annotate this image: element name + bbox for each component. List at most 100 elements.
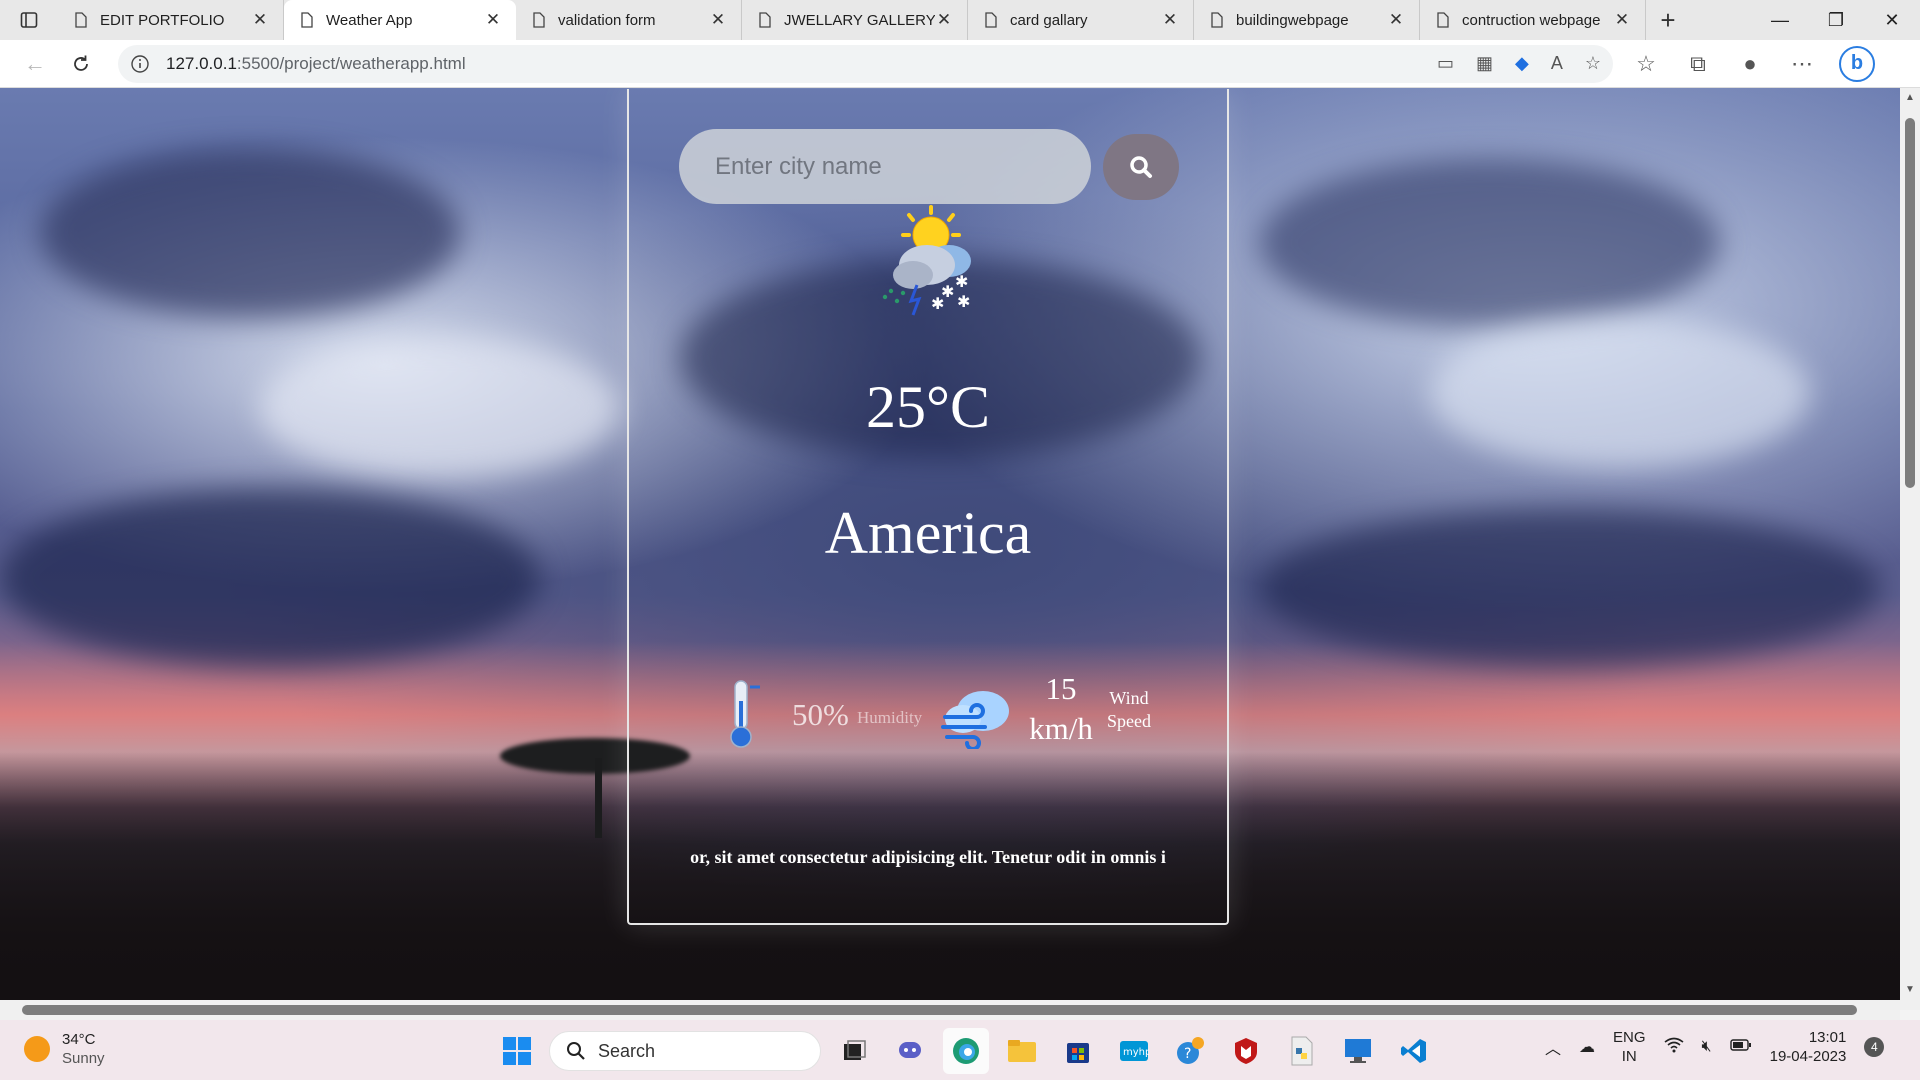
windows-logo-icon <box>503 1037 531 1065</box>
close-icon[interactable]: ✕ <box>251 10 269 30</box>
tab-validation-form[interactable]: validation form ✕ <box>516 0 742 40</box>
close-icon[interactable]: ✕ <box>1161 10 1179 30</box>
url-path: :5500/project/weatherapp.html <box>236 53 466 73</box>
myhp-icon[interactable]: myhp <box>1111 1028 1157 1074</box>
wind-speed-value: 15 km/h <box>1029 671 1093 746</box>
language-indicator[interactable]: ENG IN <box>1613 1028 1646 1066</box>
collections-icon[interactable]: ⧉ <box>1675 44 1721 84</box>
clock-time: 13:01 <box>1808 1029 1847 1046</box>
browser-toolbar: ← 127.0.0.1:5500/project/weatherapp.html… <box>0 40 1920 88</box>
wifi-icon[interactable] <box>1664 1037 1684 1058</box>
start-button[interactable] <box>495 1029 539 1073</box>
refresh-button[interactable] <box>58 44 104 84</box>
microsoft-store-icon[interactable] <box>1055 1028 1101 1074</box>
horizontal-scrollbar[interactable] <box>0 1000 1900 1020</box>
vertical-scroll-thumb[interactable] <box>1905 118 1915 488</box>
tab-weather-app[interactable]: Weather App ✕ <box>284 0 516 40</box>
clock[interactable]: 13:01 19-04-2023 <box>1770 1028 1847 1066</box>
coupon-tag-icon[interactable]: ◆ <box>1515 53 1529 74</box>
page-viewport: ✱✱✱✱ 25°C America 50% Humidity <box>0 88 1920 1010</box>
back-button[interactable]: ← <box>12 44 58 84</box>
page-icon <box>533 12 545 28</box>
close-icon[interactable]: ✕ <box>709 10 727 30</box>
task-view-icon[interactable] <box>831 1028 877 1074</box>
profile-icon[interactable]: ● <box>1727 44 1773 84</box>
support-app-icon[interactable]: ? <box>1167 1028 1213 1074</box>
close-icon[interactable]: ✕ <box>935 10 953 30</box>
bing-chat-icon[interactable]: b <box>1839 45 1875 82</box>
weather-details: 50% Humidity 15 km/h Wind Speed <box>629 671 1227 761</box>
scroll-down-arrow[interactable]: ▼ <box>1905 984 1915 995</box>
page-icon <box>75 12 87 28</box>
taskbar-apps: Search myhp ? <box>495 1028 1437 1074</box>
tab-edit-portfolio[interactable]: EDIT PORTFOLIO ✕ <box>58 0 284 40</box>
mcafee-icon[interactable] <box>1223 1028 1269 1074</box>
search-button[interactable] <box>1103 133 1179 200</box>
close-icon[interactable]: ✕ <box>1613 10 1631 30</box>
humidity-value: 50% <box>792 697 849 732</box>
teams-chat-icon[interactable] <box>887 1028 933 1074</box>
page-icon <box>759 12 771 28</box>
edge-browser-icon[interactable] <box>943 1028 989 1074</box>
show-hidden-icons-chevron-icon[interactable]: ︿ <box>1545 1035 1561 1059</box>
taskbar-search[interactable]: Search <box>549 1031 821 1071</box>
horizontal-scroll-thumb[interactable] <box>22 1005 1857 1015</box>
volume-muted-icon[interactable]: 🔇︎ <box>1702 1038 1712 1056</box>
tab-actions-button[interactable] <box>0 0 58 40</box>
search-icon <box>1130 155 1152 178</box>
background-cloud <box>0 488 540 668</box>
close-icon[interactable]: ✕ <box>1387 10 1405 30</box>
tab-buildingwebpage[interactable]: buildingwebpage ✕ <box>1194 0 1420 40</box>
tab-card-gallary[interactable]: card gallary ✕ <box>968 0 1194 40</box>
close-icon[interactable]: ✕ <box>484 10 502 30</box>
tab-label: buildingwebpage <box>1236 11 1349 29</box>
vertical-scrollbar[interactable]: ▲ ▼ <box>1900 88 1920 1010</box>
restore-button[interactable]: ❐ <box>1808 0 1864 40</box>
vscode-icon[interactable] <box>1391 1028 1437 1074</box>
background-cloud <box>40 148 460 318</box>
tab-contruction-webpage[interactable]: contruction webpage ✕ <box>1420 0 1646 40</box>
footer-text: or, sit amet consectetur adipisicing eli… <box>690 847 1166 867</box>
wind-speed-label: Wind Speed <box>1107 688 1151 731</box>
background-cloud <box>260 338 620 478</box>
file-explorer-icon[interactable] <box>999 1028 1045 1074</box>
tree-trunk <box>595 758 602 838</box>
address-bar[interactable]: 127.0.0.1:5500/project/weatherapp.html ▭… <box>118 44 1613 83</box>
background-cloud <box>1260 158 1720 328</box>
notification-badge[interactable]: 4 <box>1864 1037 1885 1057</box>
svg-text:myhp: myhp <box>1123 1047 1149 1058</box>
url-text: 127.0.0.1:5500/project/weatherapp.html <box>166 54 466 74</box>
background-cloud <box>1430 318 1810 468</box>
new-tab-button[interactable]: + <box>1646 0 1690 40</box>
python-file-icon[interactable] <box>1279 1028 1325 1074</box>
sunny-icon <box>24 1036 50 1062</box>
tab-strip: EDIT PORTFOLIO ✕ Weather App ✕ validatio… <box>0 0 1920 40</box>
qr-code-icon[interactable]: ▦ <box>1476 53 1493 74</box>
read-aloud-icon[interactable]: A <box>1551 53 1563 74</box>
tab-label: validation form <box>558 11 656 29</box>
page-icon <box>1437 12 1449 28</box>
background-cloud <box>1260 508 1880 668</box>
more-menu-icon[interactable]: ⋯ <box>1779 44 1825 84</box>
language-code: ENG <box>1613 1029 1646 1046</box>
info-icon[interactable] <box>130 54 150 74</box>
scroll-up-arrow[interactable]: ▲ <box>1905 92 1915 103</box>
remote-desktop-icon[interactable] <box>1335 1028 1381 1074</box>
tab-label: card gallary <box>1010 11 1088 29</box>
city-search-input[interactable] <box>679 129 1091 204</box>
onedrive-cloud-icon[interactable]: ☁ <box>1579 1037 1595 1057</box>
close-window-button[interactable]: ✕ <box>1864 0 1920 40</box>
favorites-icon[interactable]: ☆ <box>1623 44 1669 84</box>
sun-cloud-snow-icon: ✱✱✱✱ <box>882 205 971 316</box>
minimize-button[interactable]: — <box>1752 0 1808 40</box>
address-bar-actions: ▭ ▦ ◆ A ☆ <box>1437 53 1601 74</box>
tab-jwellary-gallery[interactable]: JWELLARY GALLERY ✕ <box>742 0 968 40</box>
battery-icon[interactable] <box>1729 1038 1752 1056</box>
page-icon <box>985 12 997 28</box>
tab-label: JWELLARY GALLERY <box>784 11 935 29</box>
taskbar-weather-widget[interactable]: 34°C Sunny <box>24 1030 105 1068</box>
windows-taskbar: 34°C Sunny Search myhp ? ︿ ☁ ENG IN 🔇︎ 1… <box>0 1020 1920 1080</box>
add-favorite-icon[interactable]: ☆ <box>1585 53 1601 74</box>
app-available-icon[interactable]: ▭ <box>1437 53 1454 74</box>
toolbar-right: ☆ ⧉ ● ⋯ b <box>1623 44 1875 84</box>
